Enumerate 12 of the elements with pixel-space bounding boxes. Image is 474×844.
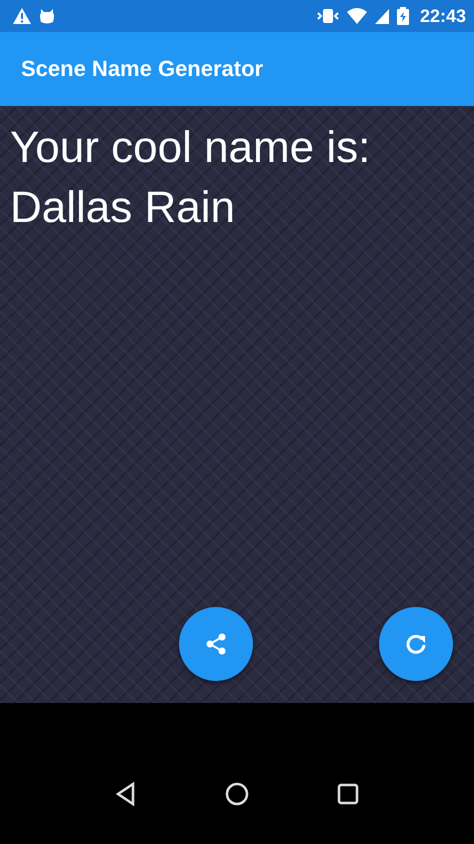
app-title: Scene Name Generator xyxy=(21,56,264,82)
home-button[interactable] xyxy=(224,780,250,806)
share-button[interactable] xyxy=(179,607,253,681)
signal-icon xyxy=(374,7,390,25)
vibrate-icon xyxy=(316,7,340,25)
wifi-icon xyxy=(346,7,368,25)
warning-icon xyxy=(12,7,32,25)
clock-time: 22:43 xyxy=(420,6,466,26)
heading-text: Your cool name is: xyxy=(10,122,372,174)
generated-name: Dallas Rain xyxy=(10,182,236,234)
battery-icon xyxy=(396,6,410,26)
refresh-button[interactable] xyxy=(379,607,453,681)
